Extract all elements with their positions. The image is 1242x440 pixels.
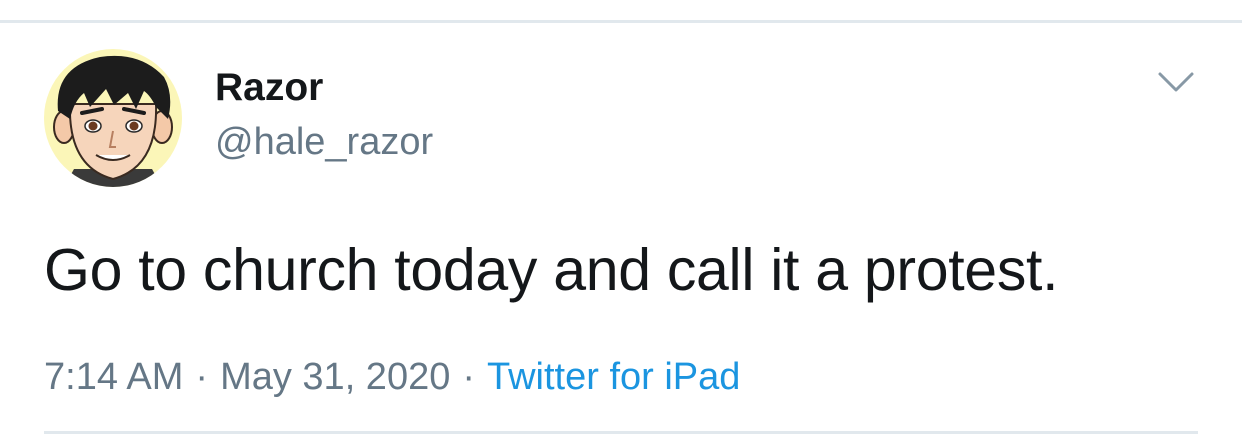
tweet-timestamp[interactable]: 7:14 AM (44, 356, 183, 398)
chevron-down-icon[interactable] (1155, 64, 1197, 100)
tweet-date[interactable]: May 31, 2020 (220, 356, 450, 398)
cartoon-face-avatar-icon (44, 49, 182, 187)
top-divider (0, 20, 1242, 23)
bottom-divider (44, 431, 1198, 434)
tweet-text: Go to church today and call it a protest… (44, 237, 1059, 303)
tweet-meta: 7:14 AM · May 31, 2020 · Twitter for iPad (44, 354, 740, 400)
meta-separator: · (462, 356, 475, 398)
avatar[interactable] (44, 49, 182, 187)
display-name[interactable]: Razor (215, 66, 323, 110)
meta-separator: · (195, 356, 209, 398)
user-handle[interactable]: @hale_razor (215, 120, 433, 164)
tweet-source-link[interactable]: Twitter for iPad (487, 356, 740, 398)
